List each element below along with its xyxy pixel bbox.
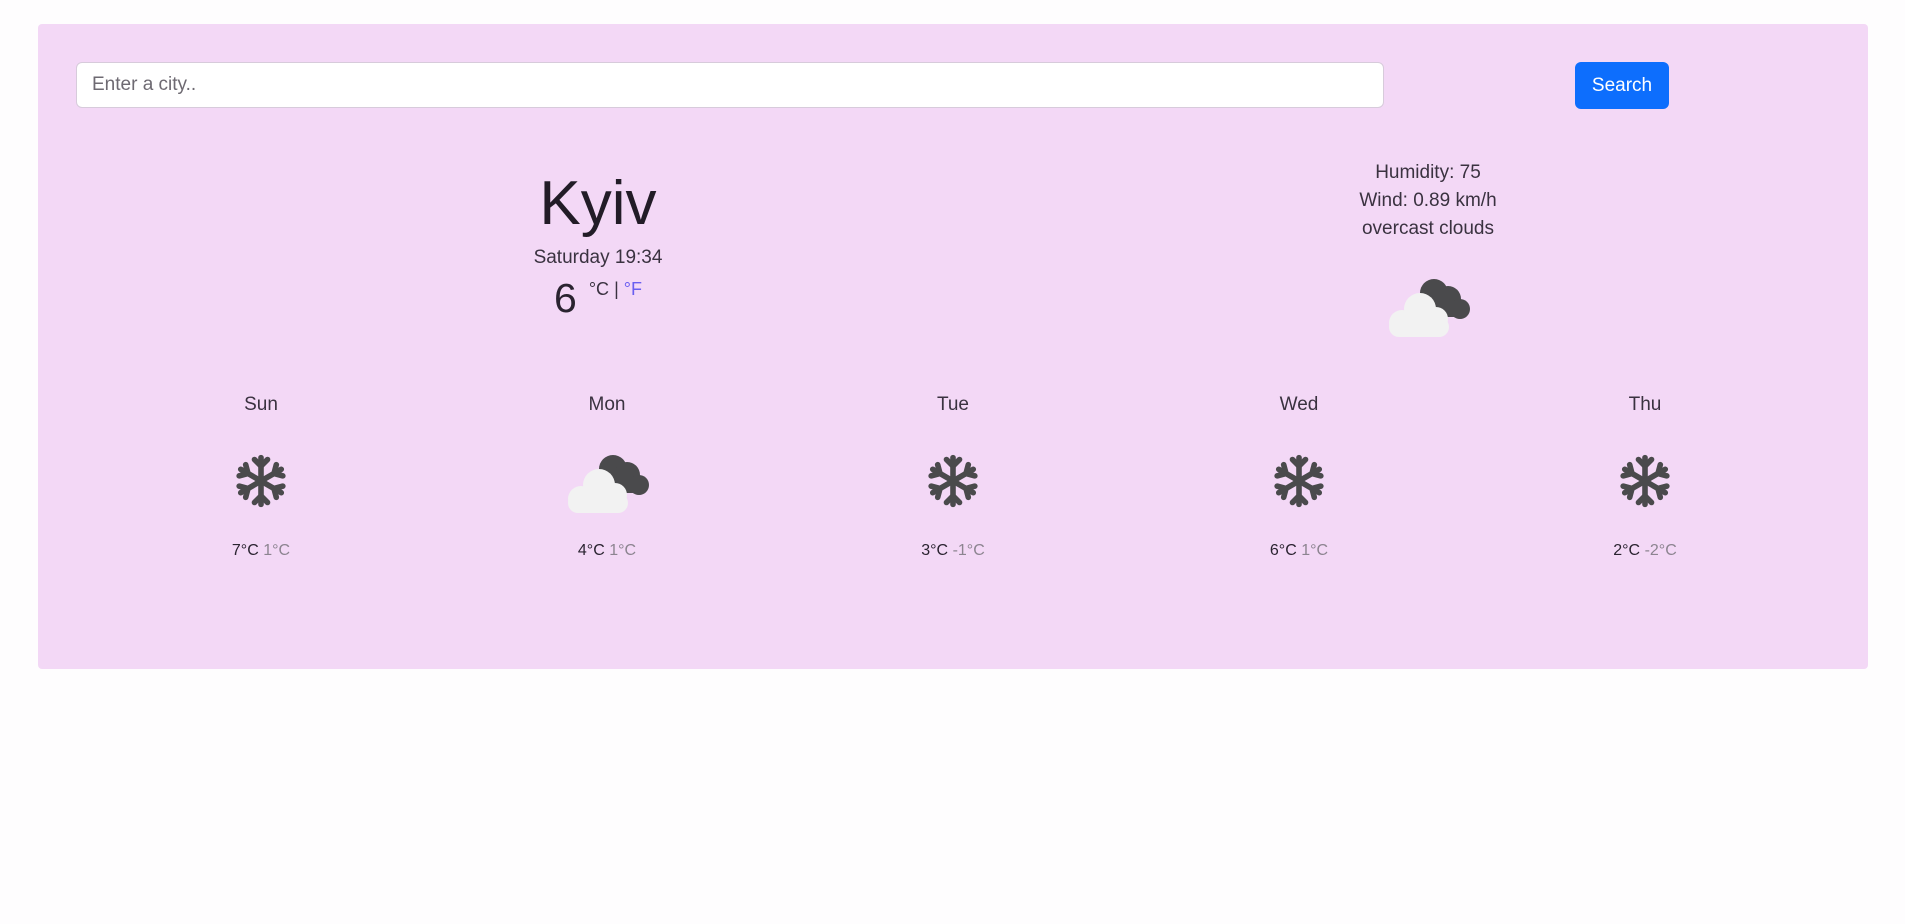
- forecast-temps: 3°C -1°C: [853, 542, 1053, 560]
- forecast-min-temp: -2°C: [1644, 542, 1677, 559]
- forecast-day: Sun 7°C 1°C: [161, 394, 361, 560]
- overcast-clouds-icon: [568, 455, 649, 513]
- weather-details: Humidity: 75 Wind: 0.89 km/h overcast cl…: [1238, 159, 1618, 339]
- fahrenheit-link[interactable]: °F: [624, 279, 642, 299]
- current-datetime: Saturday 19:34: [533, 247, 663, 268]
- weather-app: Search Kyiv Saturday 19:34 6 °C | °F Hum…: [38, 24, 1868, 669]
- city-name: Kyiv: [539, 169, 657, 238]
- current-temperature: 6: [554, 275, 577, 321]
- forecast-day-name: Thu: [1628, 394, 1662, 415]
- wind-text: Wind: 0.89 km/h: [1359, 190, 1497, 211]
- forecast-list: Sun 7°C 1°C Mon 4°C 1°C Tue 3°C -1°C Wed…: [38, 394, 1868, 560]
- unit-separator: |: [614, 279, 619, 299]
- celsius-unit: °C: [588, 279, 610, 299]
- forecast-max-temp: 7°C: [231, 542, 259, 559]
- search-input[interactable]: [76, 62, 1384, 108]
- forecast-day: Mon 4°C 1°C: [507, 394, 707, 560]
- weather-description: overcast clouds: [1361, 218, 1494, 239]
- forecast-temps: 2°C -2°C: [1545, 542, 1745, 560]
- forecast-max-temp: 4°C: [577, 542, 605, 559]
- snowflake-icon: [928, 454, 978, 508]
- forecast-max-temp: 6°C: [1269, 542, 1297, 559]
- unit-switcher: °C | °F: [589, 279, 642, 300]
- forecast-day-name: Tue: [936, 394, 970, 415]
- forecast-min-temp: 1°C: [609, 542, 637, 559]
- forecast-min-temp: -1°C: [952, 542, 985, 559]
- forecast-day-name: Mon: [588, 394, 626, 415]
- forecast-day: Wed 6°C 1°C: [1199, 394, 1399, 560]
- snowflake-icon: [1620, 454, 1670, 508]
- forecast-day-name: Sun: [244, 394, 278, 415]
- forecast-min-temp: 1°C: [1301, 542, 1329, 559]
- forecast-temps: 4°C 1°C: [507, 542, 707, 560]
- forecast-min-temp: 1°C: [263, 542, 291, 559]
- forecast-temps: 6°C 1°C: [1199, 542, 1399, 560]
- temperature-row: 6 °C | °F: [554, 275, 642, 321]
- forecast-day-name: Wed: [1279, 394, 1319, 415]
- current-weather: Kyiv Saturday 19:34 6 °C | °F: [408, 169, 788, 321]
- forecast-temps: 7°C 1°C: [161, 542, 361, 560]
- forecast-max-temp: 2°C: [1613, 542, 1641, 559]
- forecast-day: Tue 3°C -1°C: [853, 394, 1053, 560]
- forecast-day: Thu 2°C -2°C: [1545, 394, 1745, 560]
- humidity-text: Humidity: 75: [1375, 162, 1481, 183]
- overcast-clouds-icon: [1389, 279, 1470, 337]
- snowflake-icon: [236, 454, 286, 508]
- forecast-max-temp: 3°C: [921, 542, 949, 559]
- search-button[interactable]: Search: [1575, 62, 1669, 109]
- snowflake-icon: [1274, 454, 1324, 508]
